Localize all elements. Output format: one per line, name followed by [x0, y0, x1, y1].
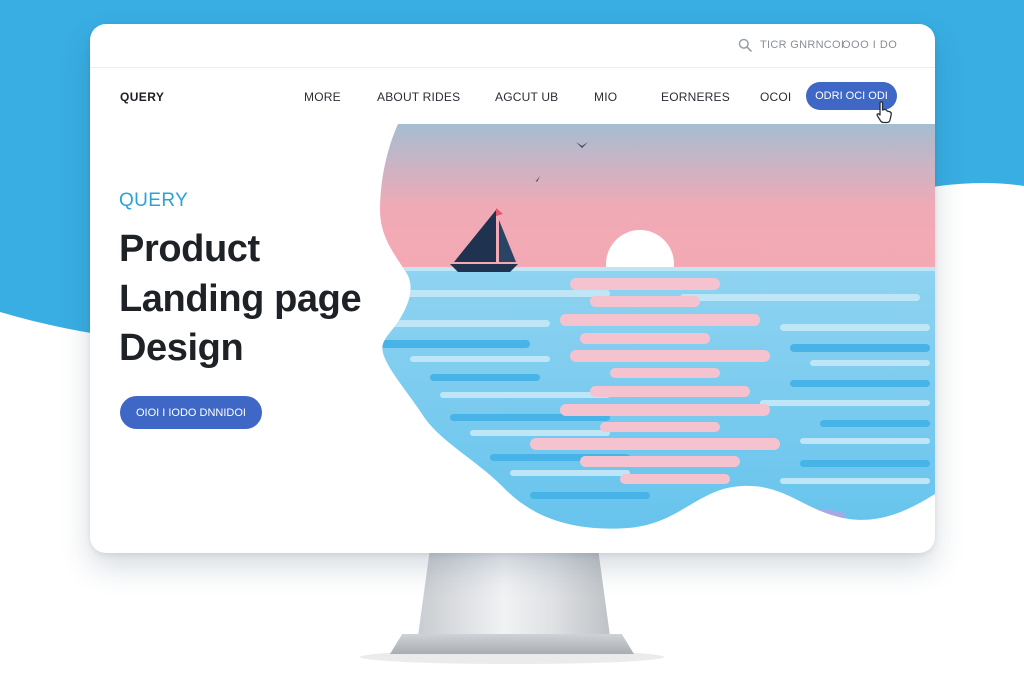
utility-links[interactable]: OOO I DO: [842, 39, 897, 51]
hero-title-line-3: Design: [119, 327, 244, 369]
sunset-sea-illustration: [380, 124, 935, 529]
brand-logo[interactable]: QUERY: [120, 90, 164, 104]
nav-item-about-us[interactable]: AGCUT UB: [495, 90, 558, 104]
hand-pointer-icon: [876, 101, 892, 124]
nav-item-ocoi[interactable]: OCOI: [760, 90, 791, 104]
nav-item-more[interactable]: MORE: [304, 90, 341, 104]
utility-bar: TICR GNRNCOI OOO I DO: [90, 24, 935, 68]
search-icon[interactable]: [738, 38, 752, 52]
nav-item-mio[interactable]: MIO: [594, 90, 617, 104]
hero-title-line-2: Landing page: [119, 278, 362, 320]
monitor-stand-base: [390, 634, 634, 654]
nav-item-eorneres[interactable]: EORNERES: [661, 90, 730, 104]
hero-title-line-1: Product: [119, 228, 260, 270]
monitor-screen: TICR GNRNCOI OOO I DO QUERY MORE ABOUT R…: [90, 24, 935, 553]
utility-search-label[interactable]: TICR GNRNCOI: [760, 39, 844, 51]
monitor-stand: [418, 552, 610, 636]
hero-eyebrow: QUERY: [119, 190, 189, 211]
hero-cta-button[interactable]: OIOI I IODO DNNIDOI: [120, 396, 262, 429]
nav-item-about-rides[interactable]: ABOUT RIDES: [377, 90, 460, 104]
